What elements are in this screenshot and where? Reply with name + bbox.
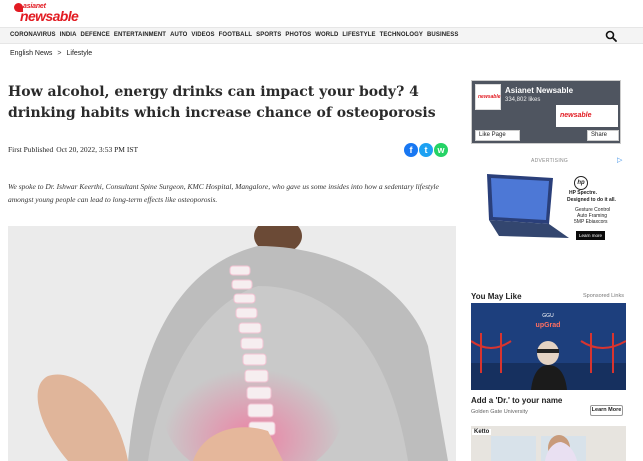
breadcrumb-section[interactable]: Lifestyle [67,50,93,57]
promo-2-illustration [471,426,626,461]
published-label: First Published [8,145,54,154]
svg-text:GGU: GGU [542,313,554,319]
hp-logo: hp [574,176,588,190]
top-header: asianet newsable [0,0,643,28]
facebook-page-thumbnail: newsable [475,84,501,110]
nav-item-auto[interactable]: AUTO [170,32,187,38]
nav-item-lifestyle[interactable]: LIFESTYLE [342,32,375,38]
promo-image[interactable]: GGU upGrad [471,303,626,390]
facebook-page-widget[interactable]: newsable Asianet Newsable 334,802 likes … [471,80,621,144]
promo-source: Golden Gate University [471,409,528,415]
facebook-icon[interactable]: f [404,143,418,157]
breadcrumb-home[interactable]: English News [10,50,52,57]
adchoices-icon[interactable]: ▷ [617,157,624,164]
breadcrumb: English News > Lifestyle [10,50,92,57]
nav-item-photos[interactable]: PHOTOS [285,32,311,38]
nav-item-videos[interactable]: VIDEOS [191,32,214,38]
nav-item-sports[interactable]: SPORTS [256,32,281,38]
ad-line-1: HP Spectre. [569,190,597,196]
promo-learn-more-button[interactable]: Learn More [590,405,623,416]
promo-brand-text: upGrad [536,322,561,329]
promo-title[interactable]: Add a 'Dr.' to your name [471,396,562,405]
article-summary: We spoke to Dr. Ishwar Keerthi, Consulta… [8,182,439,204]
logo-big-text: newsable [20,8,79,24]
facebook-like-button[interactable]: Like Page [475,130,520,141]
hero-illustration [8,226,456,461]
site-logo[interactable]: asianet newsable [10,3,90,23]
published-info: First Published Oct 20, 2022, 3:53 PM IS… [8,145,138,154]
facebook-share-button[interactable]: Share [587,130,619,141]
facebook-cover-banner: newsable [556,105,618,127]
promo-image-2[interactable]: Ketto [471,426,626,461]
sponsored-links-label[interactable]: Sponsored Links [583,293,624,299]
twitter-icon[interactable]: t [419,143,433,157]
facebook-page-likes: 334,802 likes [505,97,541,103]
breadcrumb-separator: > [57,50,62,57]
ad-learn-more-button[interactable]: Learn more [576,231,605,240]
nav-item-business[interactable]: BUSINESS [427,32,458,38]
facebook-page-name[interactable]: Asianet Newsable [505,86,573,95]
nav-items: CORONAVIRUS INDIA DEFENCE ENTERTAINMENT … [10,32,458,38]
published-date: Oct 20, 2022, 3:53 PM IST [56,145,139,154]
you-may-like-title: You May Like [471,292,522,301]
facebook-banner-text: newsable [560,112,592,119]
nav-item-technology[interactable]: TECHNOLOGY [380,32,423,38]
main-navigation: CORONAVIRUS INDIA DEFENCE ENTERTAINMENT … [0,27,643,44]
promo-illustration: GGU upGrad [471,303,626,390]
promo-2-label: Ketto [472,429,492,435]
ad-line-2: Designed to do it all. [567,197,616,203]
nav-item-india[interactable]: INDIA [60,32,77,38]
ad-line-5: 5MP Ebiaxcors [574,219,608,225]
laptop-illustration [487,174,569,238]
nav-item-defence[interactable]: DEFENCE [81,32,110,38]
nav-item-world[interactable]: WORLD [315,32,338,38]
ad-label: ADVERTISING [531,158,569,164]
nav-item-football[interactable]: FOOTBALL [219,32,252,38]
article-headline: How alcohol, energy drinks can impact yo… [8,84,436,121]
article-hero-image [8,226,456,461]
search-icon[interactable] [605,30,617,42]
whatsapp-icon[interactable]: w [434,143,448,157]
facebook-thumb-text: newsable [478,94,501,100]
nav-item-entertainment[interactable]: ENTERTAINMENT [114,32,166,38]
nav-item-coronavirus[interactable]: CORONAVIRUS [10,32,56,38]
share-icons: f t w [404,143,448,157]
